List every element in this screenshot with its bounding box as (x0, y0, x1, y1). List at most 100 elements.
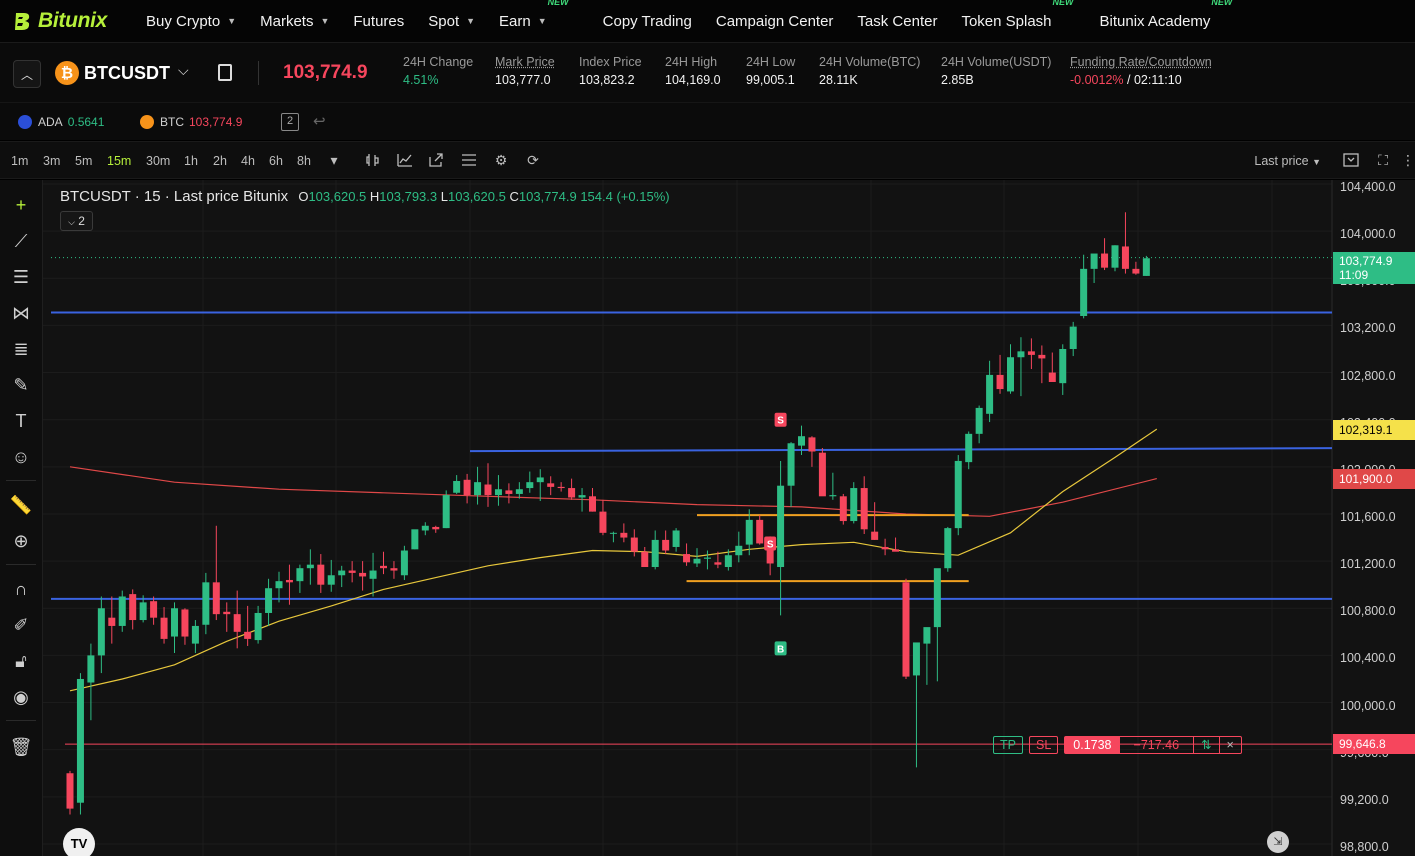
nav-item[interactable]: Task Center (857, 13, 937, 30)
list-settings-icon[interactable] (461, 152, 477, 168)
nav-item[interactable]: Earn ▼ NEW (499, 0, 569, 30)
candle-body (954, 460, 962, 529)
brush-icon[interactable]: ✎ (8, 372, 34, 398)
nav-item[interactable]: Bitunix Academy NEW (1100, 0, 1233, 30)
ma-fast-tag: 102,319.1 (1333, 420, 1415, 440)
screenshot-icon[interactable] (1343, 152, 1359, 168)
candle-body (306, 564, 314, 569)
nav-item[interactable]: Markets ▼ (260, 13, 329, 30)
undo-icon[interactable]: ↩ (313, 112, 326, 130)
layout-icon[interactable]: 2 (281, 113, 299, 131)
candle-body (933, 568, 941, 628)
legend-low: 103,620.5 (448, 189, 506, 204)
magnet-icon[interactable]: ∩ (8, 576, 34, 602)
price-axis-tick: 100,400.0 (1340, 651, 1396, 666)
nav-item[interactable]: Buy Crypto ▼ (146, 13, 236, 30)
divider (6, 480, 36, 481)
fib-icon[interactable]: ≣ (8, 336, 34, 362)
more-icon[interactable]: ⋮ (1400, 152, 1415, 168)
candle-body (714, 562, 722, 565)
tradingview-logo[interactable]: TV (63, 828, 95, 856)
nav-item[interactable]: Copy Trading (603, 13, 692, 30)
chart-toolbar: 1m 3m 5m 15m 30m 1h 2h 4h 6h 8h ▾ ⚙ ⟳ Last price … (0, 141, 1415, 179)
nav-item[interactable]: Futures (353, 13, 404, 30)
price-axis-tick: 101,200.0 (1340, 557, 1396, 572)
chevron-down-icon: ▼ (537, 16, 547, 26)
ruler-icon[interactable]: 📏 (8, 492, 34, 518)
timeframe-1m[interactable]: 1m (11, 154, 28, 168)
timeframe-2h[interactable]: 2h (213, 154, 227, 168)
price-axis-tick: 104,400.0 (1340, 180, 1396, 194)
lock-drawing-icon[interactable]: ✐ (8, 612, 34, 638)
stat-value: 99,005.1 (746, 73, 795, 87)
crosshair-icon[interactable]: + (8, 192, 34, 218)
nav-item[interactable]: Spot ▼ (428, 13, 475, 30)
lock-icon[interactable]: 🔓︎ (8, 648, 34, 674)
candle-body (578, 495, 586, 498)
logo[interactable]: Bitunix (12, 9, 134, 33)
contract-info-icon[interactable] (218, 64, 232, 81)
timeframe-1h[interactable]: 1h (184, 154, 198, 168)
new-badge: NEW (547, 0, 569, 7)
share-icon[interactable] (428, 152, 444, 168)
trash-icon[interactable]: 🗑︎ (8, 734, 34, 760)
symbol-selector[interactable]: BTCUSDT (84, 63, 170, 84)
take-profit-button[interactable]: TP (993, 736, 1023, 754)
scroll-to-realtime-icon[interactable]: ⇲ (1267, 831, 1289, 853)
candle-body (296, 568, 304, 582)
emoji-icon[interactable]: ☺ (8, 444, 34, 470)
text-icon[interactable]: T (8, 408, 34, 434)
price-axis-tick: 98,800.0 (1340, 839, 1389, 854)
price-source-select[interactable]: Last price ▼ (1254, 154, 1321, 168)
candle-body (735, 545, 743, 556)
fullscreen-icon[interactable]: ⛶ (1375, 152, 1391, 168)
candle-body (275, 581, 283, 589)
collapse-button[interactable]: ︿ (13, 60, 41, 88)
candle-body (672, 530, 680, 547)
candle-type-icon[interactable] (365, 152, 381, 168)
reverse-position-button[interactable]: ⇅ (1194, 737, 1220, 753)
stat-label[interactable]: Mark Price (495, 55, 555, 69)
candle-body (818, 452, 826, 497)
timeframe-5m[interactable]: 5m (75, 154, 92, 168)
divider (6, 564, 36, 565)
chevron-down-icon: ⌵ (68, 217, 75, 227)
timeframe-dropdown-icon[interactable]: ▾ (326, 152, 342, 168)
stat-label: 24H Volume(BTC) (819, 55, 921, 69)
candle-body (912, 642, 920, 676)
trend-line-icon[interactable]: ⟋ (8, 228, 34, 254)
price-chart[interactable]: SSB BTCUSDT · 15 · Last price Bitunix O1… (43, 180, 1415, 856)
legend-o-label: O (298, 189, 309, 204)
close-position-button[interactable]: × (1220, 737, 1241, 753)
timeframe-8h[interactable]: 8h (297, 154, 311, 168)
stat-label: 24H Low (746, 55, 796, 69)
timeframe-6h[interactable]: 6h (269, 154, 283, 168)
gear-icon[interactable]: ⚙ (493, 152, 509, 168)
timeframe-3m[interactable]: 3m (43, 154, 60, 168)
nav-item-label: Copy Trading (602, 12, 692, 30)
indicators-toggle[interactable]: ⌵ 2 (60, 211, 93, 231)
pattern-icon[interactable]: ⋈ (8, 300, 34, 326)
candle-body (839, 496, 847, 522)
nav-item[interactable]: Campaign Center (716, 13, 834, 30)
eye-icon[interactable]: ◉ (8, 684, 34, 710)
stop-loss-button[interactable]: SL (1028, 736, 1059, 754)
watchlist-item[interactable]: ADA 0.5641 (18, 115, 104, 129)
refresh-icon[interactable]: ⟳ (525, 152, 541, 168)
funding-label[interactable]: Funding Rate/Countdown (1070, 55, 1212, 69)
chevron-down-icon[interactable]: ⌵ (178, 62, 189, 79)
ma-slow-tag: 101,900.0 (1333, 469, 1415, 489)
horizontal-lines-icon[interactable]: ☰ (8, 264, 34, 290)
indicators-icon[interactable] (397, 152, 413, 168)
timeframe-4h[interactable]: 4h (241, 154, 255, 168)
candle-body (1101, 253, 1109, 268)
candle-body (975, 407, 983, 434)
ma-slow-line (69, 466, 1157, 517)
timeframe-30m[interactable]: 30m (146, 154, 170, 168)
candle-body (442, 495, 450, 529)
zoom-icon[interactable]: ⊕ (8, 528, 34, 554)
watchlist-item[interactable]: BTC 103,774.9 (140, 115, 242, 129)
nav-item[interactable]: Token Splash NEW (961, 0, 1073, 30)
timeframe-15m[interactable]: 15m (107, 154, 131, 168)
candle-body (1069, 326, 1077, 349)
